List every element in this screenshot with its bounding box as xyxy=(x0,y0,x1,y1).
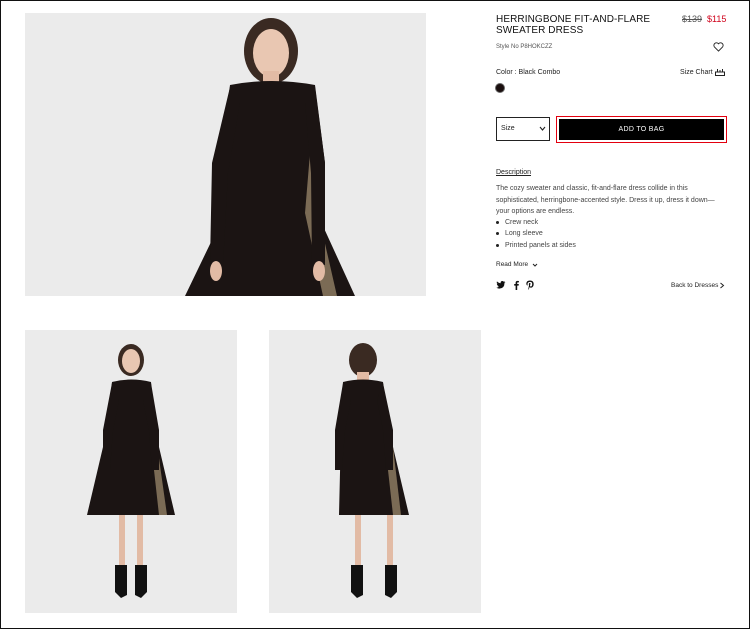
pinterest-icon[interactable] xyxy=(525,280,535,290)
color-swatch-black[interactable] xyxy=(495,83,505,93)
product-main-image[interactable] xyxy=(25,13,426,296)
description-tab[interactable]: Description xyxy=(496,169,531,176)
sale-price: $115 xyxy=(707,14,727,24)
description-text: The cozy sweater and classic, fit-and-fl… xyxy=(496,185,715,215)
read-more-link[interactable]: Read More xyxy=(496,261,528,268)
heart-icon[interactable] xyxy=(713,42,724,52)
model-front-illustration xyxy=(25,330,237,613)
size-select[interactable]: Size xyxy=(496,117,550,141)
original-price: $139 xyxy=(682,14,703,24)
chevron-down-icon[interactable] xyxy=(532,262,538,268)
feature-list: Crew neck Long sleeve Printed panels at … xyxy=(496,217,576,251)
color-label: Color : Black Combo xyxy=(496,69,561,76)
model-back-illustration xyxy=(269,330,481,613)
size-select-label: Size xyxy=(501,125,515,132)
add-to-bag-button[interactable]: ADD TO BAG xyxy=(559,119,724,140)
facebook-icon[interactable] xyxy=(511,280,521,290)
twitter-icon[interactable] xyxy=(496,280,506,290)
feature-text: Long sleeve xyxy=(505,230,543,238)
model-illustration xyxy=(25,13,426,296)
product-title: HERRINGBONE FIT-AND-FLARE SWEATER DRESS xyxy=(496,14,651,36)
bullet-icon xyxy=(496,232,499,236)
style-number: Style No P8HOKCZZ xyxy=(496,44,553,50)
bullet-icon xyxy=(496,243,499,247)
feature-text: Crew neck xyxy=(505,219,539,226)
bullet-icon xyxy=(496,221,499,224)
ruler-icon[interactable] xyxy=(715,68,725,76)
product-thumbnail-back[interactable] xyxy=(269,330,481,613)
list-item: Crew neck xyxy=(496,217,576,228)
size-chart-link[interactable]: Size Chart xyxy=(680,69,713,76)
chevron-down-icon xyxy=(539,126,546,131)
list-item: Printed panels at sides xyxy=(496,240,576,251)
product-thumbnail-front[interactable] xyxy=(25,330,237,613)
feature-text: Printed panels at sides xyxy=(505,241,576,249)
chevron-right-icon[interactable] xyxy=(719,282,725,289)
list-item: Long sleeve xyxy=(496,228,576,239)
back-to-dresses-link[interactable]: Back to Dresses xyxy=(671,282,718,289)
